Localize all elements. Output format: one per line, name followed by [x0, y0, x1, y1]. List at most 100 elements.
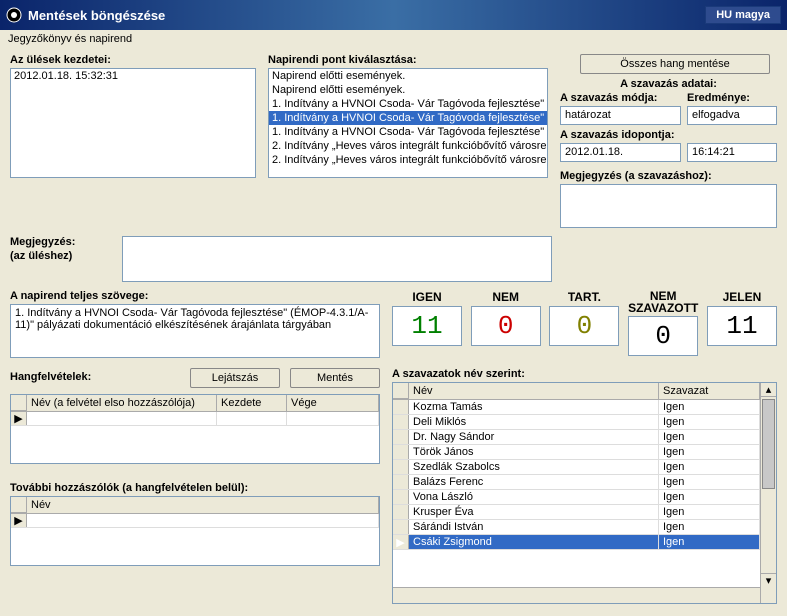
scrollbar-vertical[interactable]: ▴ ▾ [760, 383, 776, 603]
nem-value: 0 [471, 306, 541, 346]
window-title: Mentések böngészése [28, 8, 165, 23]
col-end: Vége [287, 395, 379, 411]
language-indicator[interactable]: HU magya [705, 6, 781, 24]
recordings-grid[interactable]: Név (a felvétel elso hozzászólója) Kezde… [10, 394, 380, 464]
table-row[interactable]: Deli MiklósIgen [393, 415, 760, 430]
vote-note-field[interactable] [560, 184, 777, 228]
col-speaker-name: Név [27, 497, 379, 513]
list-item[interactable]: 1. Indítvány a HVNOI Csoda- Vár Tagóvoda… [269, 111, 547, 125]
voter-vote: Igen [659, 475, 760, 489]
col-start: Kezdete [217, 395, 287, 411]
voter-vote: Igen [659, 520, 760, 534]
voter-vote: Igen [659, 400, 760, 414]
scrollbar-horizontal[interactable] [393, 587, 760, 603]
table-row[interactable]: Vona LászlóIgen [393, 490, 760, 505]
session-note-field[interactable] [122, 236, 552, 282]
list-item[interactable]: 2012.01.18. 15:32:31 [11, 69, 255, 83]
igen-value: 11 [392, 306, 462, 346]
voter-vote: Igen [659, 415, 760, 429]
row-indicator-icon [393, 475, 409, 489]
row-indicator-icon [393, 520, 409, 534]
table-row[interactable]: Dr. Nagy SándorIgen [393, 430, 760, 445]
nem-label: NEM [492, 290, 519, 304]
vote-mode-field[interactable]: határozat [560, 106, 681, 125]
row-indicator-icon [393, 430, 409, 444]
row-indicator-icon [393, 445, 409, 459]
voter-vote: Igen [659, 460, 760, 474]
vote-time-label: A szavazás idopontja: [560, 129, 777, 141]
agenda-full-text[interactable]: 1. Indítvány a HVNOI Csoda- Vár Tagóvoda… [10, 304, 380, 358]
table-row[interactable]: Krusper ÉvaIgen [393, 505, 760, 520]
list-item[interactable]: 1. Indítvány a HVNOI Csoda- Vár Tagóvoda… [269, 97, 547, 111]
save-all-button[interactable]: Összes hang mentése [580, 54, 770, 74]
voter-name: Deli Miklós [409, 415, 659, 429]
session-note-label1: Megjegyzés: [10, 236, 110, 248]
vote-time-field[interactable]: 16:14:21 [687, 143, 777, 162]
tart-value: 0 [549, 306, 619, 346]
table-row[interactable]: Kozma TamásIgen [393, 400, 760, 415]
row-indicator-icon [393, 460, 409, 474]
row-indicator-icon [393, 400, 409, 414]
voter-vote: Igen [659, 430, 760, 444]
row-indicator-icon [393, 415, 409, 429]
voter-name: Balázs Ferenc [409, 475, 659, 489]
table-row[interactable]: ▶Csáki ZsigmondIgen [393, 535, 760, 550]
list-item[interactable]: 2. Indítvány „Heves város integrált funk… [269, 153, 547, 167]
tart-label: TART. [568, 290, 601, 304]
jelen-label: JELEN [723, 290, 762, 304]
col-voter-vote: Szavazat [659, 383, 760, 399]
row-indicator-icon: ▶ [11, 514, 27, 527]
votes-grid[interactable]: Név Szavazat Kozma TamásIgenDeli MiklósI… [392, 382, 777, 604]
row-indicator-icon [393, 505, 409, 519]
table-row[interactable]: Török JánosIgen [393, 445, 760, 460]
voter-vote: Igen [659, 490, 760, 504]
jelen-value: 11 [707, 306, 777, 346]
save-button[interactable]: Mentés [290, 368, 380, 388]
table-row[interactable]: Balázs FerencIgen [393, 475, 760, 490]
voter-vote: Igen [659, 445, 760, 459]
subtitle: Jegyzőkönyv és napirend [0, 30, 787, 48]
vote-note-label: Megjegyzés (a szavazáshoz): [560, 170, 777, 182]
voter-name: Szedlák Szabolcs [409, 460, 659, 474]
voter-name: Csáki Zsigmond [409, 535, 659, 549]
play-button[interactable]: Lejátszás [190, 368, 280, 388]
app-icon [6, 7, 22, 23]
list-item[interactable]: Napirend előtti események. [269, 69, 547, 83]
titlebar: Mentések böngészése HU magya [0, 0, 787, 30]
voter-vote: Igen [659, 535, 760, 549]
sessions-listbox[interactable]: 2012.01.18. 15:32:31 [10, 68, 256, 178]
voter-name: Dr. Nagy Sándor [409, 430, 659, 444]
vote-date-field[interactable]: 2012.01.18. [560, 143, 681, 162]
vote-mode-label: A szavazás módja: [560, 92, 681, 104]
vote-result-field[interactable]: elfogadva [687, 106, 777, 125]
list-item[interactable]: Napirend előtti események. [269, 83, 547, 97]
voter-name: Vona László [409, 490, 659, 504]
table-row[interactable]: Szedlák SzabolcsIgen [393, 460, 760, 475]
table-row[interactable]: Sárándi IstvánIgen [393, 520, 760, 535]
igen-label: IGEN [412, 290, 441, 304]
sessions-label: Az ülések kezdetei: [10, 54, 256, 66]
by-name-label: A szavazatok név szerint: [392, 368, 777, 380]
speakers-label: További hozzászólók (a hangfelvételen be… [10, 482, 380, 494]
row-indicator-icon: ▶ [11, 412, 27, 425]
vote-result-label: Eredménye: [687, 92, 777, 104]
session-note-label2: (az üléshez) [10, 250, 110, 262]
row-indicator-icon: ▶ [393, 535, 409, 549]
voter-vote: Igen [659, 505, 760, 519]
voter-name: Kozma Tamás [409, 400, 659, 414]
list-item[interactable]: 2. Indítvány „Heves város integrált funk… [269, 139, 547, 153]
voter-name: Sárándi István [409, 520, 659, 534]
speakers-grid[interactable]: Név ▶ [10, 496, 380, 566]
col-name: Név (a felvétel elso hozzászólója) [27, 395, 217, 411]
agenda-full-label: A napirend teljes szövege: [10, 290, 380, 302]
row-indicator-icon [393, 490, 409, 504]
recordings-label: Hangfelvételek: [10, 371, 180, 383]
col-voter-name: Név [409, 383, 659, 399]
list-item[interactable]: 1. Indítvány a HVNOI Csoda- Vár Tagóvoda… [269, 125, 547, 139]
vote-data-header: A szavazás adatai: [560, 78, 777, 90]
nemsz-label: NEMSZAVAZOTT [628, 290, 698, 314]
agenda-listbox[interactable]: Napirend előtti események.Napirend előtt… [268, 68, 548, 178]
nemsz-value: 0 [628, 316, 698, 356]
voter-name: Krusper Éva [409, 505, 659, 519]
voter-name: Török János [409, 445, 659, 459]
